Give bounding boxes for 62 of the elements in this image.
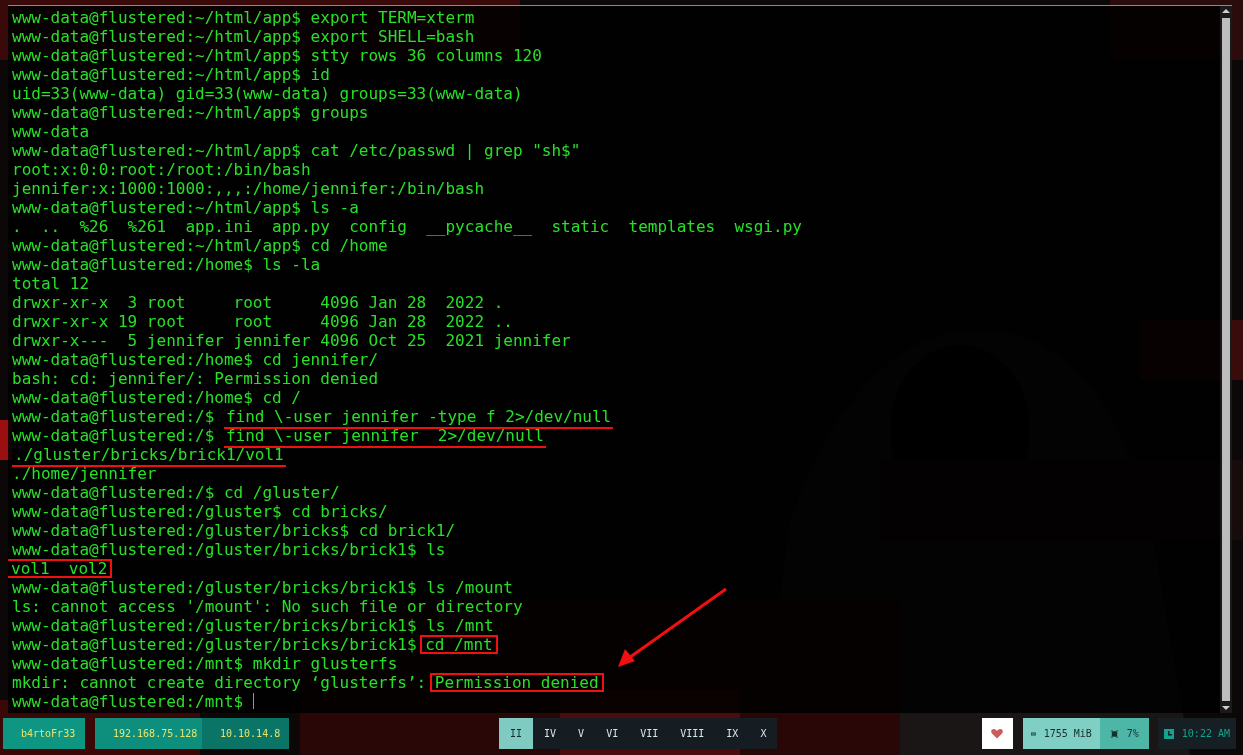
terminal-text: www-data@flustered:~/html/app$ groups bbox=[12, 103, 369, 122]
underlined-text: find \-user jennifer 2>/dev/null bbox=[223, 426, 546, 448]
ip-address-text: 192.168.75.128 bbox=[113, 728, 198, 739]
terminal-text: www-data@flustered:/gluster/bricks/brick1$ ls /mount bbox=[12, 578, 513, 597]
heart-icon bbox=[991, 728, 1004, 739]
terminal-text: www-data@flustered:~/html/app$ stty rows 36 columns 120 bbox=[12, 46, 542, 65]
terminal-text: drwxr-xr-x 19 root root 4096 Jan 28 2022 .. bbox=[12, 312, 513, 331]
terminal-text: mkdir: cannot create directory ‘glusterfs’: bbox=[12, 673, 428, 692]
terminal-text: www-data@flustered:/$ bbox=[12, 407, 216, 426]
workspace-button[interactable]: VII bbox=[629, 718, 670, 749]
terminal-text: www-data@flustered:~/html/app$ cd /home bbox=[12, 236, 388, 255]
terminal-text: www-data@flustered:~/html/app$ ls -a bbox=[12, 198, 359, 217]
terminal-text: ls: cannot access '/mount': No such file or directory bbox=[12, 597, 523, 616]
cpu-icon bbox=[1109, 728, 1119, 739]
terminal-text: www-data@flustered:/gluster/bricks/brick1$ ls bbox=[12, 540, 446, 559]
scroll-down-icon[interactable] bbox=[1220, 703, 1232, 713]
workspace-button[interactable]: IX bbox=[715, 718, 750, 749]
memory-text: 1755 MiB bbox=[1043, 728, 1092, 739]
terminal-text: www-data@flustered:/gluster/bricks/brick1$ ls /mnt bbox=[12, 616, 494, 635]
terminal-text: root:x:0:0:root:/root:/bin/bash bbox=[12, 160, 311, 179]
terminal-text: www-data@flustered:/mnt$ mkdir glusterfs bbox=[12, 654, 398, 673]
terminal-text: www-data@flustered:/home$ cd jennifer/ bbox=[12, 350, 379, 369]
terminal-text: ./home/jennifer bbox=[12, 464, 157, 483]
heart-indicator[interactable] bbox=[981, 718, 1013, 749]
workspace-button[interactable]: VI bbox=[595, 718, 630, 749]
scroll-up-icon[interactable] bbox=[1220, 6, 1232, 16]
boxed-text: vol1 vol2 bbox=[8, 559, 113, 578]
terminal-text: www-data@flustered:~/html/app$ cat /etc/passwd | grep "sh$" bbox=[12, 141, 581, 160]
workspace-button[interactable]: X bbox=[749, 718, 778, 749]
terminal-text: www-data@flustered:~/html/app$ export SHELL=bash bbox=[12, 27, 475, 46]
underlined-text: ./gluster/bricks/brick1/vol1 bbox=[12, 445, 286, 467]
cpu-text: 7% bbox=[1126, 728, 1139, 739]
workspace-button[interactable]: IV bbox=[533, 718, 568, 749]
username-text: b4rtoFr33 bbox=[21, 728, 76, 739]
workspace-button[interactable]: VIII bbox=[669, 718, 716, 749]
terminal-text: drwxr-x--- 5 jennifer jennifer 4096 Oct 25 2021 jennifer bbox=[12, 331, 571, 350]
scrollbar-thumb[interactable] bbox=[1222, 18, 1230, 701]
ip-address-text: 10.10.14.8 bbox=[220, 728, 281, 739]
terminal-text: bash: cd: jennifer/: Permission denied bbox=[12, 369, 379, 388]
terminal-text: www-data@flustered:/$ bbox=[12, 426, 216, 445]
terminal-text: jennifer:x:1000:1000:,,,:/home/jennifer:/bin/bash bbox=[12, 179, 484, 198]
workspace-button[interactable]: II bbox=[499, 718, 534, 749]
underlined-text: find \-user jennifer -type f 2>/dev/null bbox=[223, 407, 614, 429]
terminal-text: www-data@flustered:/gluster$ cd bricks/ bbox=[12, 502, 388, 521]
terminal-text: www-data@flustered:/$ cd /gluster/ bbox=[12, 483, 340, 502]
clock-text: 10:22 AM bbox=[1181, 728, 1230, 739]
boxed-text: Permission denied bbox=[429, 673, 604, 692]
terminal-text: www-data@flustered:/home$ ls -la bbox=[12, 255, 321, 274]
terminal-text: www-data@flustered:/home$ cd / bbox=[12, 388, 301, 407]
workspace-button[interactable]: V bbox=[567, 718, 596, 749]
terminal-text: uid=33(www-data) gid=33(www-data) groups=33(www-data) bbox=[12, 84, 523, 103]
terminal-text: www-data bbox=[12, 122, 90, 141]
terminal-text: total 12 bbox=[12, 274, 90, 293]
boxed-text: cd /mnt bbox=[420, 635, 498, 654]
terminal-text: www-data@flustered:~/html/app$ export TERM=xterm bbox=[12, 8, 475, 27]
terminal-text: www-data@flustered:~/html/app$ id bbox=[12, 65, 330, 84]
terminal-text: www-data@flustered:/gluster/bricks$ cd brick1/ bbox=[12, 521, 456, 540]
clock-icon bbox=[1163, 728, 1174, 739]
terminal-text: www-data@flustered:/gluster/bricks/brick1$ bbox=[12, 635, 418, 654]
terminal-text: www-data@flustered:/mnt$ bbox=[12, 692, 245, 711]
terminal-text: drwxr-xr-x 3 root root 4096 Jan 28 2022 . bbox=[12, 293, 504, 312]
terminal-text: . .. %26 %261 app.ini app.py config __pycache__ static templates wsgi.py bbox=[12, 217, 802, 236]
